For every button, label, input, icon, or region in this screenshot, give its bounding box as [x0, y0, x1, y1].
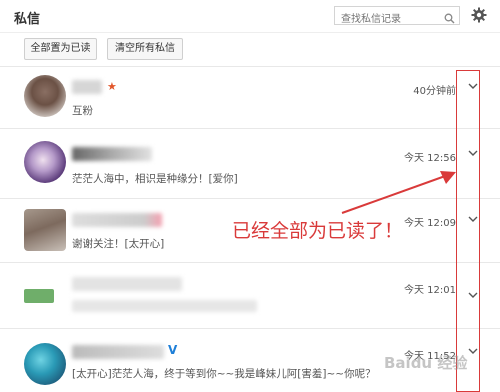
message-time: 今天 12:09	[404, 218, 456, 229]
header-bar: 私信	[0, 0, 500, 33]
sender-name[interactable]	[72, 213, 162, 227]
page-title: 私信	[14, 12, 41, 27]
sender-name[interactable]	[72, 147, 152, 161]
avatar[interactable]	[24, 343, 66, 385]
list-item[interactable]: 今天 12:01	[0, 262, 500, 328]
mark-all-read-button[interactable]: 全部置为已读	[24, 38, 97, 60]
verified-v-icon: V	[168, 343, 178, 357]
toolbar: 全部置为已读 清空所有私信	[0, 32, 500, 66]
highlight-box	[456, 70, 480, 392]
avatar[interactable]	[24, 141, 66, 183]
list-item[interactable]: ★ 互粉 40分钟前	[0, 66, 500, 128]
message-time: 今天 12:56	[404, 153, 456, 164]
annotation-text: 已经全部为已读了！	[232, 220, 404, 242]
search-icon[interactable]	[444, 9, 455, 28]
sender-name[interactable]	[72, 80, 102, 94]
avatar[interactable]	[24, 209, 66, 251]
star-badge-icon: ★	[107, 80, 117, 93]
sender-name[interactable]	[72, 345, 164, 359]
watermark: Baidu 经验	[384, 354, 468, 372]
sender-name[interactable]	[72, 277, 182, 291]
annotation-arrow-icon	[341, 171, 456, 214]
search-input[interactable]	[335, 11, 441, 28]
message-preview: 茫茫人海中，相识是种缘分！[爱你]	[72, 173, 238, 185]
clear-all-button[interactable]: 清空所有私信	[107, 38, 183, 60]
message-time: 今天 12:01	[404, 285, 456, 296]
message-preview: [太开心]茫茫人海，终于等到你~~我是峰妹儿阿[害羞]~~你呢？	[72, 368, 376, 380]
message-time: 40分钟前	[413, 86, 456, 97]
avatar[interactable]	[24, 289, 54, 303]
avatar[interactable]	[24, 75, 66, 117]
message-preview	[72, 300, 257, 312]
search-box[interactable]	[334, 6, 460, 28]
message-preview: 互粉	[72, 105, 93, 117]
message-preview: 谢谢关注！[太开心]	[72, 238, 165, 250]
gear-icon[interactable]	[470, 6, 488, 24]
